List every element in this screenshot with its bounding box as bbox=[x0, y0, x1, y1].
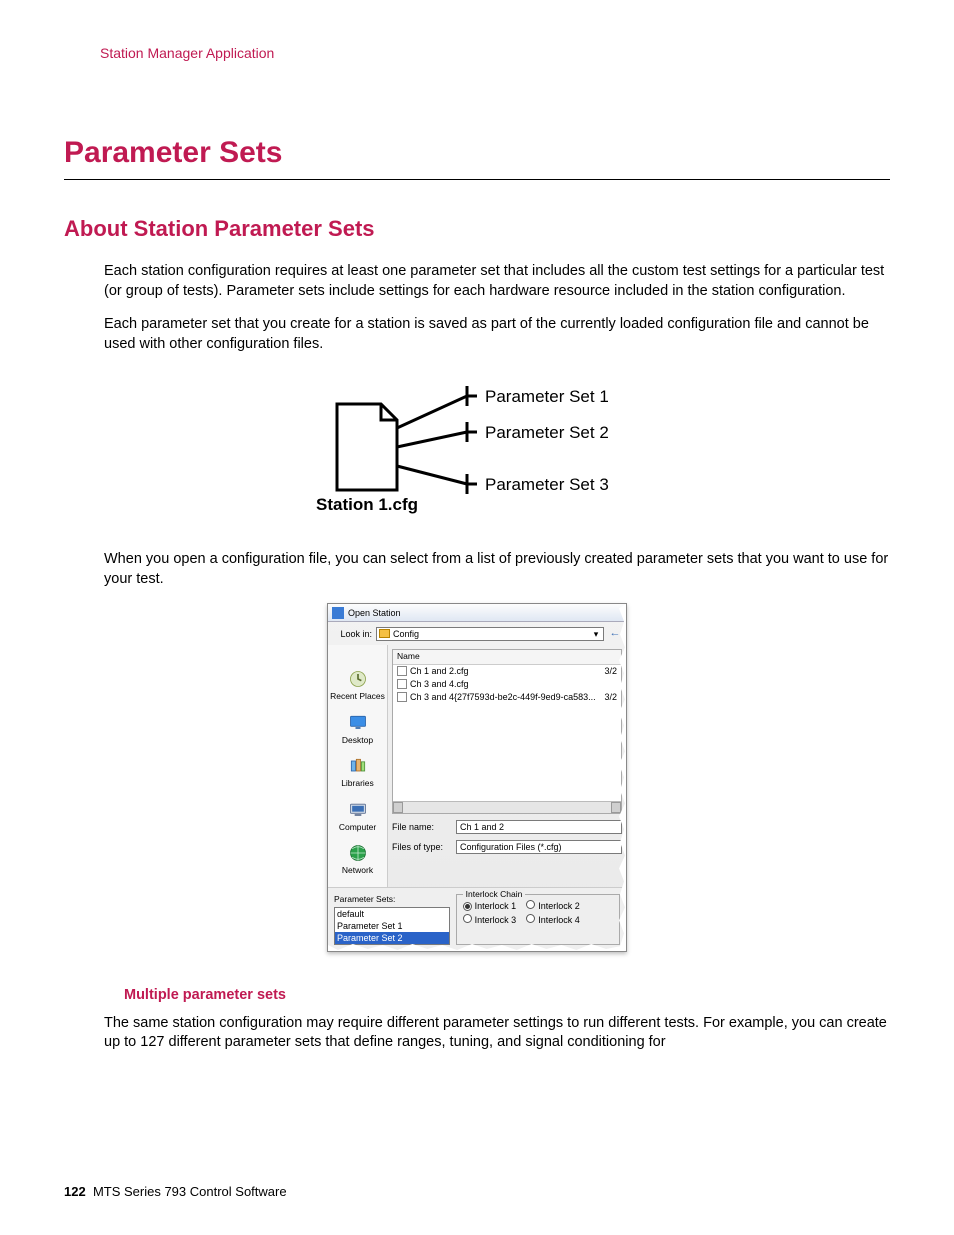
page-number: 122 bbox=[64, 1184, 86, 1199]
desktop-icon bbox=[347, 713, 369, 733]
file-list-row[interactable]: Ch 1 and 2.cfg 3/2 bbox=[393, 665, 621, 678]
file-icon bbox=[397, 692, 407, 702]
libraries-icon bbox=[347, 756, 369, 776]
places-libraries[interactable]: Libraries bbox=[328, 756, 387, 789]
places-computer[interactable]: Computer bbox=[328, 800, 387, 833]
body-paragraph: When you open a configuration file, you … bbox=[104, 550, 890, 589]
dialog-titlebar[interactable]: Open Station bbox=[328, 604, 626, 622]
file-name: Ch 3 and 4.cfg bbox=[410, 678, 469, 690]
file-list-row[interactable]: Ch 3 and 4{27f7593d-be2c-449f-9ed9-ca583… bbox=[393, 691, 621, 704]
file-name-input[interactable]: Ch 1 and 2 bbox=[456, 820, 622, 834]
file-type-label: Files of type: bbox=[392, 841, 456, 853]
radio-icon bbox=[463, 914, 472, 923]
file-name-value: Ch 1 and 2 bbox=[460, 821, 504, 833]
network-icon bbox=[347, 843, 369, 863]
dialog-title: Open Station bbox=[348, 607, 401, 619]
caption-multiple-parameter-sets: Multiple parameter sets bbox=[124, 986, 890, 1006]
lookin-value: Config bbox=[393, 628, 419, 640]
body-paragraph: Each parameter set that you create for a… bbox=[104, 315, 890, 354]
computer-icon bbox=[347, 800, 369, 820]
places-bar: Recent Places Desktop Libraries Computer bbox=[328, 645, 388, 886]
interlock-radio-1[interactable]: Interlock 1 bbox=[463, 900, 517, 912]
diagram-ps2-label: Parameter Set 2 bbox=[485, 423, 609, 442]
folder-icon bbox=[379, 629, 390, 638]
interlock-label: Interlock 1 bbox=[475, 901, 517, 911]
file-list-header-name[interactable]: Name bbox=[393, 650, 621, 664]
file-date: 3/2 bbox=[600, 665, 617, 677]
scroll-thumb-right[interactable] bbox=[611, 802, 621, 813]
body-paragraph: Each station configuration requires at l… bbox=[104, 262, 890, 301]
horizontal-scrollbar[interactable] bbox=[393, 801, 621, 813]
parameter-sets-listbox[interactable]: default Parameter Set 1 Parameter Set 2 bbox=[334, 907, 450, 945]
diagram-cfg-label: Station 1.cfg bbox=[316, 495, 418, 514]
file-type-value: Configuration Files (*.cfg) bbox=[460, 841, 562, 853]
file-type-dropdown[interactable]: Configuration Files (*.cfg) bbox=[456, 840, 622, 854]
subsection-title: About Station Parameter Sets bbox=[64, 214, 890, 244]
file-list-row[interactable]: Ch 3 and 4.cfg bbox=[393, 678, 621, 691]
open-station-dialog: Open Station Look in: Config ▾ ← Recent … bbox=[327, 603, 627, 952]
diagram-ps3-label: Parameter Set 3 bbox=[485, 475, 609, 494]
file-list[interactable]: Name Ch 1 and 2.cfg 3/2 Ch 3 and 4.cfg bbox=[392, 649, 622, 814]
interlock-radio-3[interactable]: Interlock 3 bbox=[463, 914, 517, 926]
places-recent[interactable]: Recent Places bbox=[328, 669, 387, 702]
parameter-set-item[interactable]: Parameter Set 1 bbox=[335, 920, 449, 932]
diagram-parameter-sets: Station 1.cfg Parameter Set 1 Parameter … bbox=[307, 380, 647, 520]
diagram-ps1-label: Parameter Set 1 bbox=[485, 387, 609, 406]
file-icon bbox=[397, 666, 407, 676]
places-network[interactable]: Network bbox=[328, 843, 387, 876]
places-computer-label: Computer bbox=[339, 822, 376, 832]
file-icon bbox=[397, 679, 407, 689]
radio-icon bbox=[526, 900, 535, 909]
places-network-label: Network bbox=[342, 865, 373, 875]
parameter-set-item[interactable]: default bbox=[335, 908, 449, 920]
parameter-set-item-selected[interactable]: Parameter Set 2 bbox=[335, 932, 449, 944]
body-paragraph: The same station configuration may requi… bbox=[104, 1014, 890, 1053]
interlock-radio-2[interactable]: Interlock 2 bbox=[526, 900, 580, 912]
file-name-label: File name: bbox=[392, 821, 456, 833]
radio-icon bbox=[463, 902, 472, 911]
scroll-thumb-left[interactable] bbox=[393, 802, 403, 813]
interlock-chain-legend: Interlock Chain bbox=[463, 889, 526, 900]
chevron-down-icon[interactable]: ▾ bbox=[591, 628, 601, 640]
file-name: Ch 3 and 4{27f7593d-be2c-449f-9ed9-ca583… bbox=[410, 691, 596, 703]
places-desktop[interactable]: Desktop bbox=[328, 713, 387, 746]
interlock-label: Interlock 3 bbox=[475, 915, 517, 925]
interlock-chain-group: Interlock Chain Interlock 1 Interlock 2 … bbox=[456, 894, 620, 945]
footer-doc-title: MTS Series 793 Control Software bbox=[93, 1184, 287, 1199]
interlock-label: Interlock 2 bbox=[538, 901, 580, 911]
parameter-sets-label: Parameter Sets: bbox=[334, 894, 450, 905]
page-footer: 122 MTS Series 793 Control Software bbox=[64, 1183, 287, 1201]
file-date: 3/2 bbox=[600, 691, 617, 703]
section-title: Parameter Sets bbox=[64, 133, 890, 181]
places-libraries-label: Libraries bbox=[341, 778, 374, 788]
app-icon bbox=[332, 607, 344, 619]
places-desktop-label: Desktop bbox=[342, 735, 373, 745]
lookin-label: Look in: bbox=[332, 628, 376, 640]
interlock-label: Interlock 4 bbox=[538, 915, 580, 925]
running-head: Station Manager Application bbox=[100, 44, 890, 63]
lookin-dropdown[interactable]: Config ▾ bbox=[376, 627, 604, 641]
recent-places-icon bbox=[347, 669, 369, 689]
file-name: Ch 1 and 2.cfg bbox=[410, 665, 469, 677]
radio-icon bbox=[526, 914, 535, 923]
back-arrow-icon[interactable]: ← bbox=[608, 626, 622, 641]
interlock-radio-4[interactable]: Interlock 4 bbox=[526, 914, 580, 926]
places-recent-label: Recent Places bbox=[330, 691, 385, 701]
